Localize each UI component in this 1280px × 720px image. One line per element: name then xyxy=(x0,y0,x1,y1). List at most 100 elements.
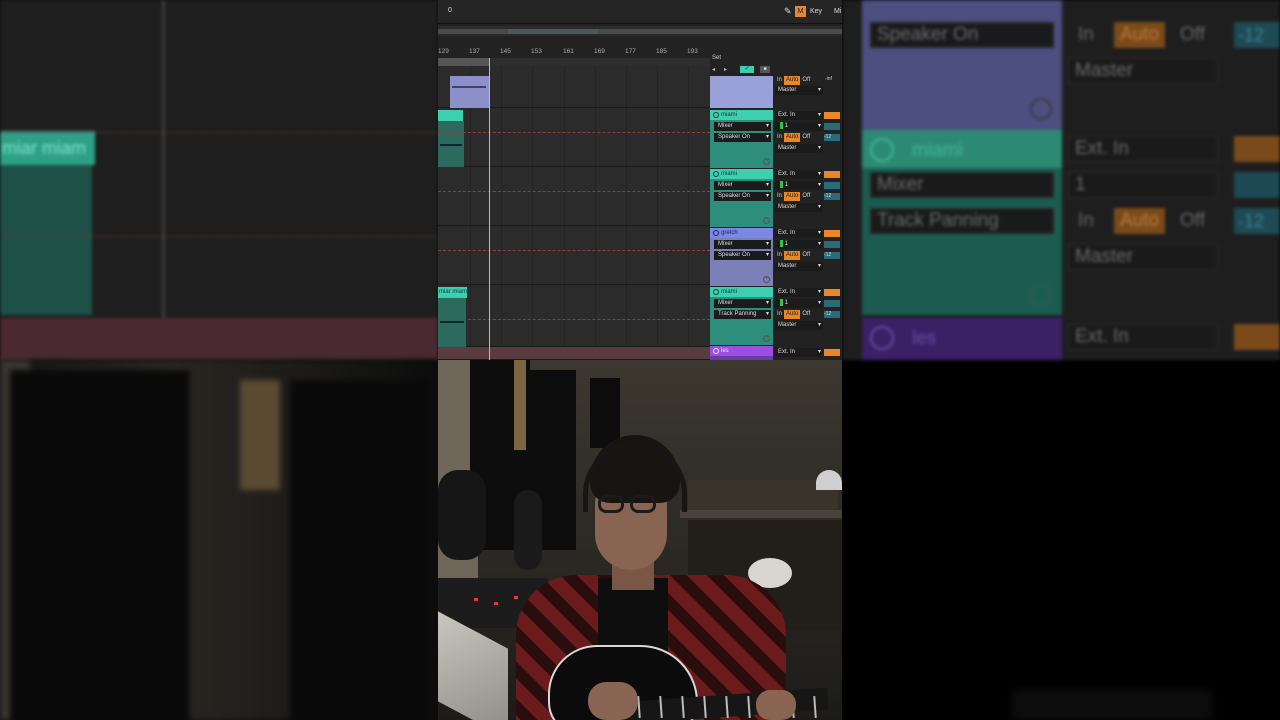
monitor-in-button[interactable]: In xyxy=(775,310,784,319)
scene-back-icon[interactable]: ◂ xyxy=(712,66,720,73)
fold-icon[interactable] xyxy=(713,171,719,177)
beat-time-ruler[interactable]: 129 137 145 153 161 169 177 185 193 xyxy=(438,44,710,58)
track-strip-1[interactable]: miami Mixer Speaker On + xyxy=(710,110,773,168)
arrangement-lane[interactable] xyxy=(438,72,710,108)
audio-from-dropdown[interactable]: Ext. In xyxy=(775,229,823,238)
monitor-off-button[interactable]: Off xyxy=(800,192,812,201)
arrangement-lane[interactable] xyxy=(438,167,710,226)
playhead[interactable] xyxy=(489,58,490,360)
monitor-auto-button[interactable]: Auto xyxy=(784,133,801,142)
input-type-dropdown[interactable]: Mixer xyxy=(714,240,771,249)
input-channel-dropdown[interactable]: 1 xyxy=(775,181,823,190)
pan-knob[interactable] xyxy=(824,123,840,130)
fold-icon[interactable] xyxy=(713,112,719,118)
track-strip-4[interactable]: miami Mixer Track Panning + xyxy=(710,287,773,345)
monitor-off-button[interactable]: Off xyxy=(800,76,812,85)
monitor-off-button[interactable]: Off xyxy=(800,251,812,260)
audio-to-dropdown[interactable]: Master xyxy=(775,203,823,212)
io-section-2: Ext. In 1 InAutoOff Master xyxy=(773,169,823,227)
scene-forward-icon[interactable]: ▸ xyxy=(724,66,732,73)
arrangement-lane[interactable] xyxy=(438,347,710,360)
arrangement-lane[interactable]: miar miam xyxy=(438,285,710,347)
volume-readout[interactable]: -12 xyxy=(824,134,840,141)
audio-from-dropdown[interactable]: Ext. In xyxy=(775,288,823,297)
monitor-off-button[interactable]: Off xyxy=(800,133,812,142)
input-type-dropdown[interactable]: Mixer xyxy=(714,122,771,131)
track-strip-3[interactable]: gretch Mixer Speaker On + xyxy=(710,228,773,286)
clip-header[interactable]: miar miam xyxy=(438,287,467,298)
track-header[interactable]: miami xyxy=(710,110,773,120)
monitor-in-button[interactable]: In xyxy=(775,133,784,142)
track-header[interactable]: miami xyxy=(710,169,773,179)
track-activator[interactable] xyxy=(824,289,840,296)
arrangement-lane[interactable] xyxy=(438,108,710,167)
volume-readout[interactable]: -12 xyxy=(824,252,840,259)
track-strip-0[interactable] xyxy=(710,76,773,108)
track-activator[interactable] xyxy=(824,230,840,237)
clip-header[interactable] xyxy=(438,110,463,121)
track-strip-2[interactable]: miami Mixer Speaker On + xyxy=(710,169,773,227)
blurred-input-dropdown-2: Ext. In xyxy=(1068,324,1218,350)
input-channel-dropdown[interactable]: 1 xyxy=(775,122,823,131)
audio-to-dropdown[interactable]: Master xyxy=(775,144,823,153)
monitor-off-button[interactable]: Off xyxy=(800,310,812,319)
audio-from-dropdown[interactable]: Ext. In xyxy=(775,170,823,179)
audio-to-dropdown[interactable]: Master xyxy=(775,86,823,95)
volume-readout[interactable]: -12 xyxy=(824,311,840,318)
key-map-button[interactable]: Key xyxy=(810,8,822,15)
monitor-in-button[interactable]: In xyxy=(775,251,784,260)
automation-line xyxy=(438,319,710,320)
audio-to-dropdown[interactable]: Master xyxy=(775,321,823,330)
add-device-icon[interactable]: + xyxy=(763,335,770,342)
input-channel-dropdown[interactable]: 1 xyxy=(775,240,823,249)
input-type-dropdown[interactable]: Mixer xyxy=(714,299,771,308)
pan-knob[interactable] xyxy=(824,300,840,307)
monitor-in-button[interactable]: In xyxy=(775,76,784,85)
monitor-auto-button[interactable]: Auto xyxy=(784,310,801,319)
audio-from-dropdown[interactable]: Ext. In xyxy=(775,348,823,357)
monitor-auto-button[interactable]: Auto xyxy=(784,251,801,260)
add-device-icon[interactable]: + xyxy=(763,217,770,224)
track-header[interactable]: les xyxy=(710,346,773,356)
blurred-off-label-2: Off xyxy=(1180,210,1205,231)
volume-readout[interactable]: -12 xyxy=(824,193,840,200)
output-type-dropdown[interactable]: Speaker On xyxy=(714,192,771,201)
add-device-icon[interactable]: + xyxy=(763,158,770,165)
track-strip-5[interactable]: les xyxy=(710,346,773,360)
monitor-auto-button[interactable]: Auto xyxy=(784,192,801,201)
add-device-icon[interactable]: + xyxy=(763,276,770,283)
stop-clips-icon[interactable]: ■ xyxy=(760,66,770,73)
input-type-dropdown[interactable]: Mixer xyxy=(714,181,771,190)
midi-button[interactable]: Mi xyxy=(834,8,841,15)
arrangement-lane[interactable] xyxy=(438,226,710,285)
pan-knob[interactable] xyxy=(824,182,840,189)
audio-clip[interactable] xyxy=(450,76,490,108)
monitor-in-button[interactable]: In xyxy=(775,192,784,201)
overview-selection[interactable] xyxy=(508,29,598,34)
output-type-dropdown[interactable]: Track Panning xyxy=(714,310,771,319)
follow-icon[interactable]: ✓ xyxy=(740,66,754,73)
track-header[interactable]: miami xyxy=(710,287,773,297)
output-type-dropdown[interactable]: Speaker On xyxy=(714,251,771,260)
pan-knob[interactable] xyxy=(824,241,840,248)
output-type-dropdown[interactable]: Speaker On xyxy=(714,133,771,142)
fold-icon[interactable] xyxy=(713,348,719,354)
hanging-guitar-neck xyxy=(514,360,526,450)
track-header[interactable]: gretch xyxy=(710,228,773,238)
track-activator[interactable] xyxy=(824,171,840,178)
audio-to-dropdown[interactable]: Master xyxy=(775,262,823,271)
midi-map-button[interactable]: M xyxy=(795,6,806,17)
loop-brace[interactable] xyxy=(438,58,489,66)
volume-readout[interactable]: -inf xyxy=(825,76,832,82)
fold-icon[interactable] xyxy=(713,289,719,295)
blurred-orange-meter xyxy=(1234,136,1280,162)
input-channel-dropdown[interactable]: 1 xyxy=(775,299,823,308)
arrangement-overview[interactable] xyxy=(438,26,842,36)
monitor-auto-button[interactable]: Auto xyxy=(784,76,801,85)
track-activator[interactable] xyxy=(824,349,840,356)
audio-from-dropdown[interactable]: Ext. In xyxy=(775,111,823,120)
fold-icon[interactable] xyxy=(713,230,719,236)
draw-mode-icon[interactable]: ✎ xyxy=(784,6,792,17)
track-activator[interactable] xyxy=(824,112,840,119)
ruler-tick: 193 xyxy=(687,48,698,55)
